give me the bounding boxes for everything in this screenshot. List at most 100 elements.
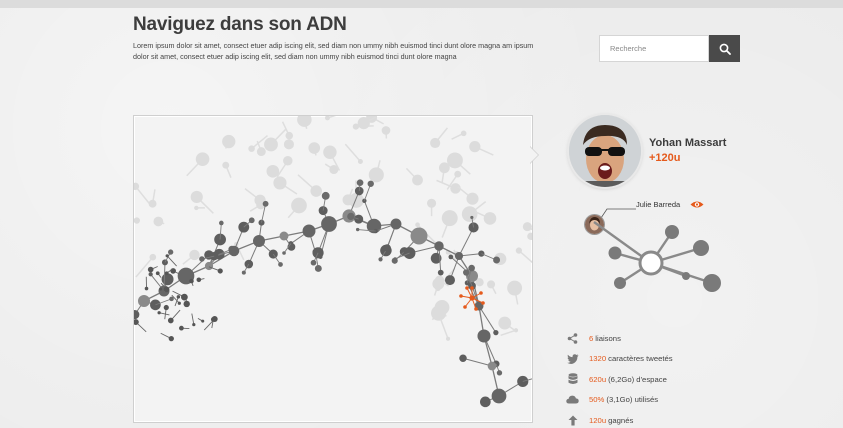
atom-light (381, 126, 391, 135)
atom (355, 227, 360, 232)
search-button[interactable] (709, 35, 740, 62)
atom (183, 300, 190, 308)
atom (176, 295, 181, 299)
profile-points: +120u (649, 152, 681, 164)
atom (196, 277, 202, 283)
atom (148, 272, 153, 277)
atom-light (441, 210, 458, 227)
atom-light (507, 280, 523, 296)
atom-light (283, 139, 294, 150)
page: Naviguez dans son ADN Lorem ipsum dolor … (0, 0, 843, 428)
stat-label: (6,2Go) d'espace (608, 374, 667, 384)
stat-value: 620u (589, 374, 607, 384)
stat-label: caractères tweetés (608, 354, 673, 364)
atom (302, 224, 316, 238)
bond-light (500, 329, 517, 337)
atom-light (415, 222, 420, 228)
stat-value: 1320 (589, 354, 607, 364)
atom-light (466, 192, 479, 205)
bond (166, 255, 177, 267)
atom (480, 396, 491, 408)
stat-label: gagnés (608, 415, 634, 425)
atom-light (148, 199, 157, 208)
atom (491, 388, 507, 404)
atom (168, 335, 174, 342)
atom (144, 286, 149, 291)
atom (241, 270, 246, 275)
friend-name[interactable]: Julie Barreda (636, 200, 680, 209)
stat-label: liaisons (595, 333, 621, 343)
atom (454, 251, 464, 261)
atom (204, 261, 214, 271)
bond-light (327, 116, 337, 119)
connection-network[interactable] (590, 220, 730, 300)
stat-earned: 120u gagnés (566, 410, 826, 428)
atom-light (527, 232, 532, 240)
atom (444, 275, 455, 286)
atom (463, 269, 470, 276)
atom-light (430, 137, 441, 149)
atom (159, 287, 163, 291)
atom-light (310, 185, 322, 197)
atom (210, 317, 216, 322)
atom (477, 329, 491, 343)
panel-pointer-inner (530, 147, 538, 163)
page-description: Lorem ipsum dolor sit amet, consect etue… (133, 41, 534, 61)
atom (321, 191, 330, 200)
atom (201, 319, 205, 323)
atom-light (291, 197, 307, 214)
atom (459, 354, 467, 362)
atom-light (445, 336, 451, 341)
dna-graph-panel[interactable] (133, 115, 533, 423)
atom (161, 273, 174, 286)
atom-light (134, 217, 140, 224)
bond (191, 313, 195, 325)
stat-used: 50% (3,1Go) utilisés (566, 390, 826, 411)
atom-light (357, 159, 363, 164)
cloud-icon (566, 394, 579, 406)
atom-light (273, 176, 287, 190)
dna-graph[interactable] (134, 116, 532, 422)
atom-light (461, 206, 478, 222)
atom (192, 322, 196, 327)
atom (165, 254, 169, 258)
atom-light (222, 161, 230, 169)
atom-light (342, 194, 354, 206)
stat-value: 120u (589, 415, 607, 425)
eye-icon[interactable] (690, 200, 704, 209)
atom-light (483, 212, 497, 225)
atom-light (487, 280, 496, 289)
atom (356, 179, 364, 187)
atom (157, 311, 161, 315)
atom (167, 317, 174, 324)
search-input[interactable] (599, 35, 709, 62)
atom-light (323, 145, 337, 159)
atom-light (266, 164, 280, 178)
atom (164, 271, 169, 276)
arrow-up-icon (566, 414, 579, 426)
profile-avatar[interactable] (569, 115, 641, 187)
atom-light (434, 275, 445, 285)
atom-light (454, 170, 462, 178)
stat-label: (3,1Go) utilisés (606, 395, 659, 405)
twitter-icon (566, 353, 579, 365)
atom (468, 264, 475, 272)
share-icon (566, 332, 579, 344)
atom (314, 264, 322, 272)
atom (163, 304, 169, 311)
atom-highlight (463, 305, 467, 309)
atom (179, 325, 184, 331)
atom-highlight (459, 294, 463, 298)
atom-light (434, 300, 450, 315)
atom (487, 361, 497, 371)
friend-connector-line (600, 208, 636, 218)
atom-light (248, 145, 255, 152)
atom (496, 370, 503, 376)
atom (170, 268, 176, 274)
atom (282, 251, 286, 255)
atom-light (194, 205, 199, 211)
atom (217, 268, 223, 274)
atom-light (264, 137, 278, 152)
bond (462, 357, 493, 367)
profile-name[interactable]: Yohan Massart (649, 137, 726, 149)
